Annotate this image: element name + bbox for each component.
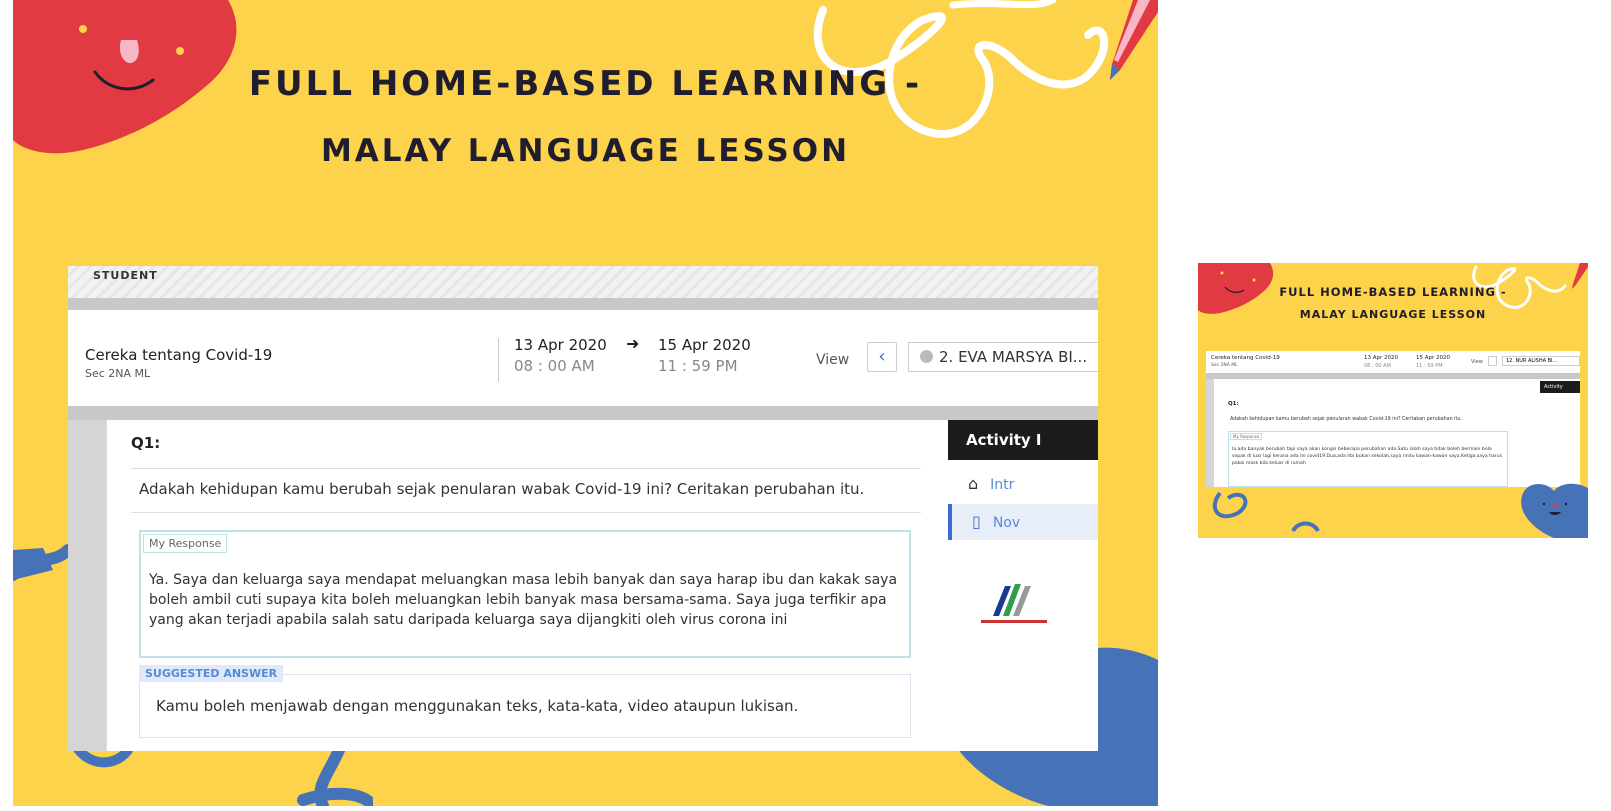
thumb-question-label: Q1: xyxy=(1228,401,1239,407)
suggested-answer-box: SUGGESTED ANSWER Kamu boleh menjawab den… xyxy=(139,665,911,738)
question-panel: Q1: Adakah kehidupan kamu berubah sejak … xyxy=(106,420,947,751)
blue-scribble-icon xyxy=(1212,491,1320,533)
arrow-right-icon: ➜ xyxy=(626,334,640,353)
lesson-class: Sec 2NA ML xyxy=(85,367,151,380)
my-response-label: My Response xyxy=(143,534,228,553)
thumb-view-label: View xyxy=(1471,359,1483,365)
slide-title-line2: MALAY LANGUAGE LESSON xyxy=(320,133,851,169)
suggested-answer-label: SUGGESTED ANSWER xyxy=(139,665,284,682)
thumb-start-time: 08 : 00 AM xyxy=(1364,363,1391,369)
my-response-box[interactable]: My Response Ya. Saya dan keluarga saya m… xyxy=(139,530,911,658)
thumb-lesson-title: Cereka tentang Covid-19 xyxy=(1211,355,1280,361)
end-date: 15 Apr 2020 xyxy=(658,336,751,354)
person-icon xyxy=(920,350,933,363)
home-icon: ⌂ xyxy=(968,474,979,493)
thumb-end-date: 15 Apr 2020 xyxy=(1416,355,1451,361)
thumb-activity-header: Activity xyxy=(1540,381,1580,393)
student-learning-space-logo: STUDENT xyxy=(93,269,158,282)
previous-student-button[interactable]: ‹ xyxy=(867,342,897,372)
start-date: 13 Apr 2020 xyxy=(514,336,607,354)
activity-header: Activity I xyxy=(948,420,1098,460)
view-label: View xyxy=(816,352,850,368)
slide-title-line1: FULL HOME-BASED LEARNING - xyxy=(248,64,923,104)
thumbnail-slide[interactable]: FULL HOME-BASED LEARNING - MALAY LANGUAG… xyxy=(1198,263,1588,538)
suggested-answer-text: Kamu boleh menjawab dengan menggunakan t… xyxy=(156,697,799,715)
thumb-end-time: 11 : 59 PM xyxy=(1416,363,1443,369)
student-selector[interactable]: 2. EVA MARSYA BI... xyxy=(908,342,1098,372)
chevron-left-icon: ‹ xyxy=(878,346,886,367)
thumb-student-name: 12. NUR ALISHA BI... xyxy=(1502,356,1580,366)
start-time: 08 : 00 AM xyxy=(514,357,595,375)
activity-item-nov[interactable]: ▯ Nov xyxy=(948,504,1098,540)
thumb-title-line1: FULL HOME-BASED LEARNING - xyxy=(1279,285,1507,299)
student-name: 2. EVA MARSYA BI... xyxy=(939,348,1088,366)
lesson-title: Cereka tentang Covid-19 xyxy=(85,346,273,364)
thumb-question-text: Adakah kehidupan kamu berubah sejak penu… xyxy=(1230,417,1462,422)
thumb-title-line2: MALAY LANGUAGE LESSON xyxy=(1299,308,1487,321)
end-time: 11 : 59 PM xyxy=(658,357,738,375)
question-text: Adakah kehidupan kamu berubah sejak penu… xyxy=(139,480,865,498)
main-slide: FULL HOME-BASED LEARNING - MALAY LANGUAG… xyxy=(13,0,1158,806)
thumb-start-date: 13 Apr 2020 xyxy=(1364,355,1399,361)
thumb-response-label: My Response xyxy=(1230,433,1263,440)
activity-item-intro[interactable]: ⌂ Intr xyxy=(948,466,1098,502)
school-logo-watermark xyxy=(973,576,1055,632)
lms-screenshot: STUDENT Cereka tentang Covid-19 Sec 2NA … xyxy=(68,266,1098,751)
thumb-lesson-class: Sec 2NA ML xyxy=(1211,363,1238,368)
document-icon: ▯ xyxy=(972,512,981,531)
blue-heart-character-icon xyxy=(1521,483,1588,538)
question-label: Q1: xyxy=(131,434,161,452)
thumb-previous-button xyxy=(1488,356,1497,366)
my-response-text: Ya. Saya dan keluarga saya mendapat melu… xyxy=(149,572,898,628)
